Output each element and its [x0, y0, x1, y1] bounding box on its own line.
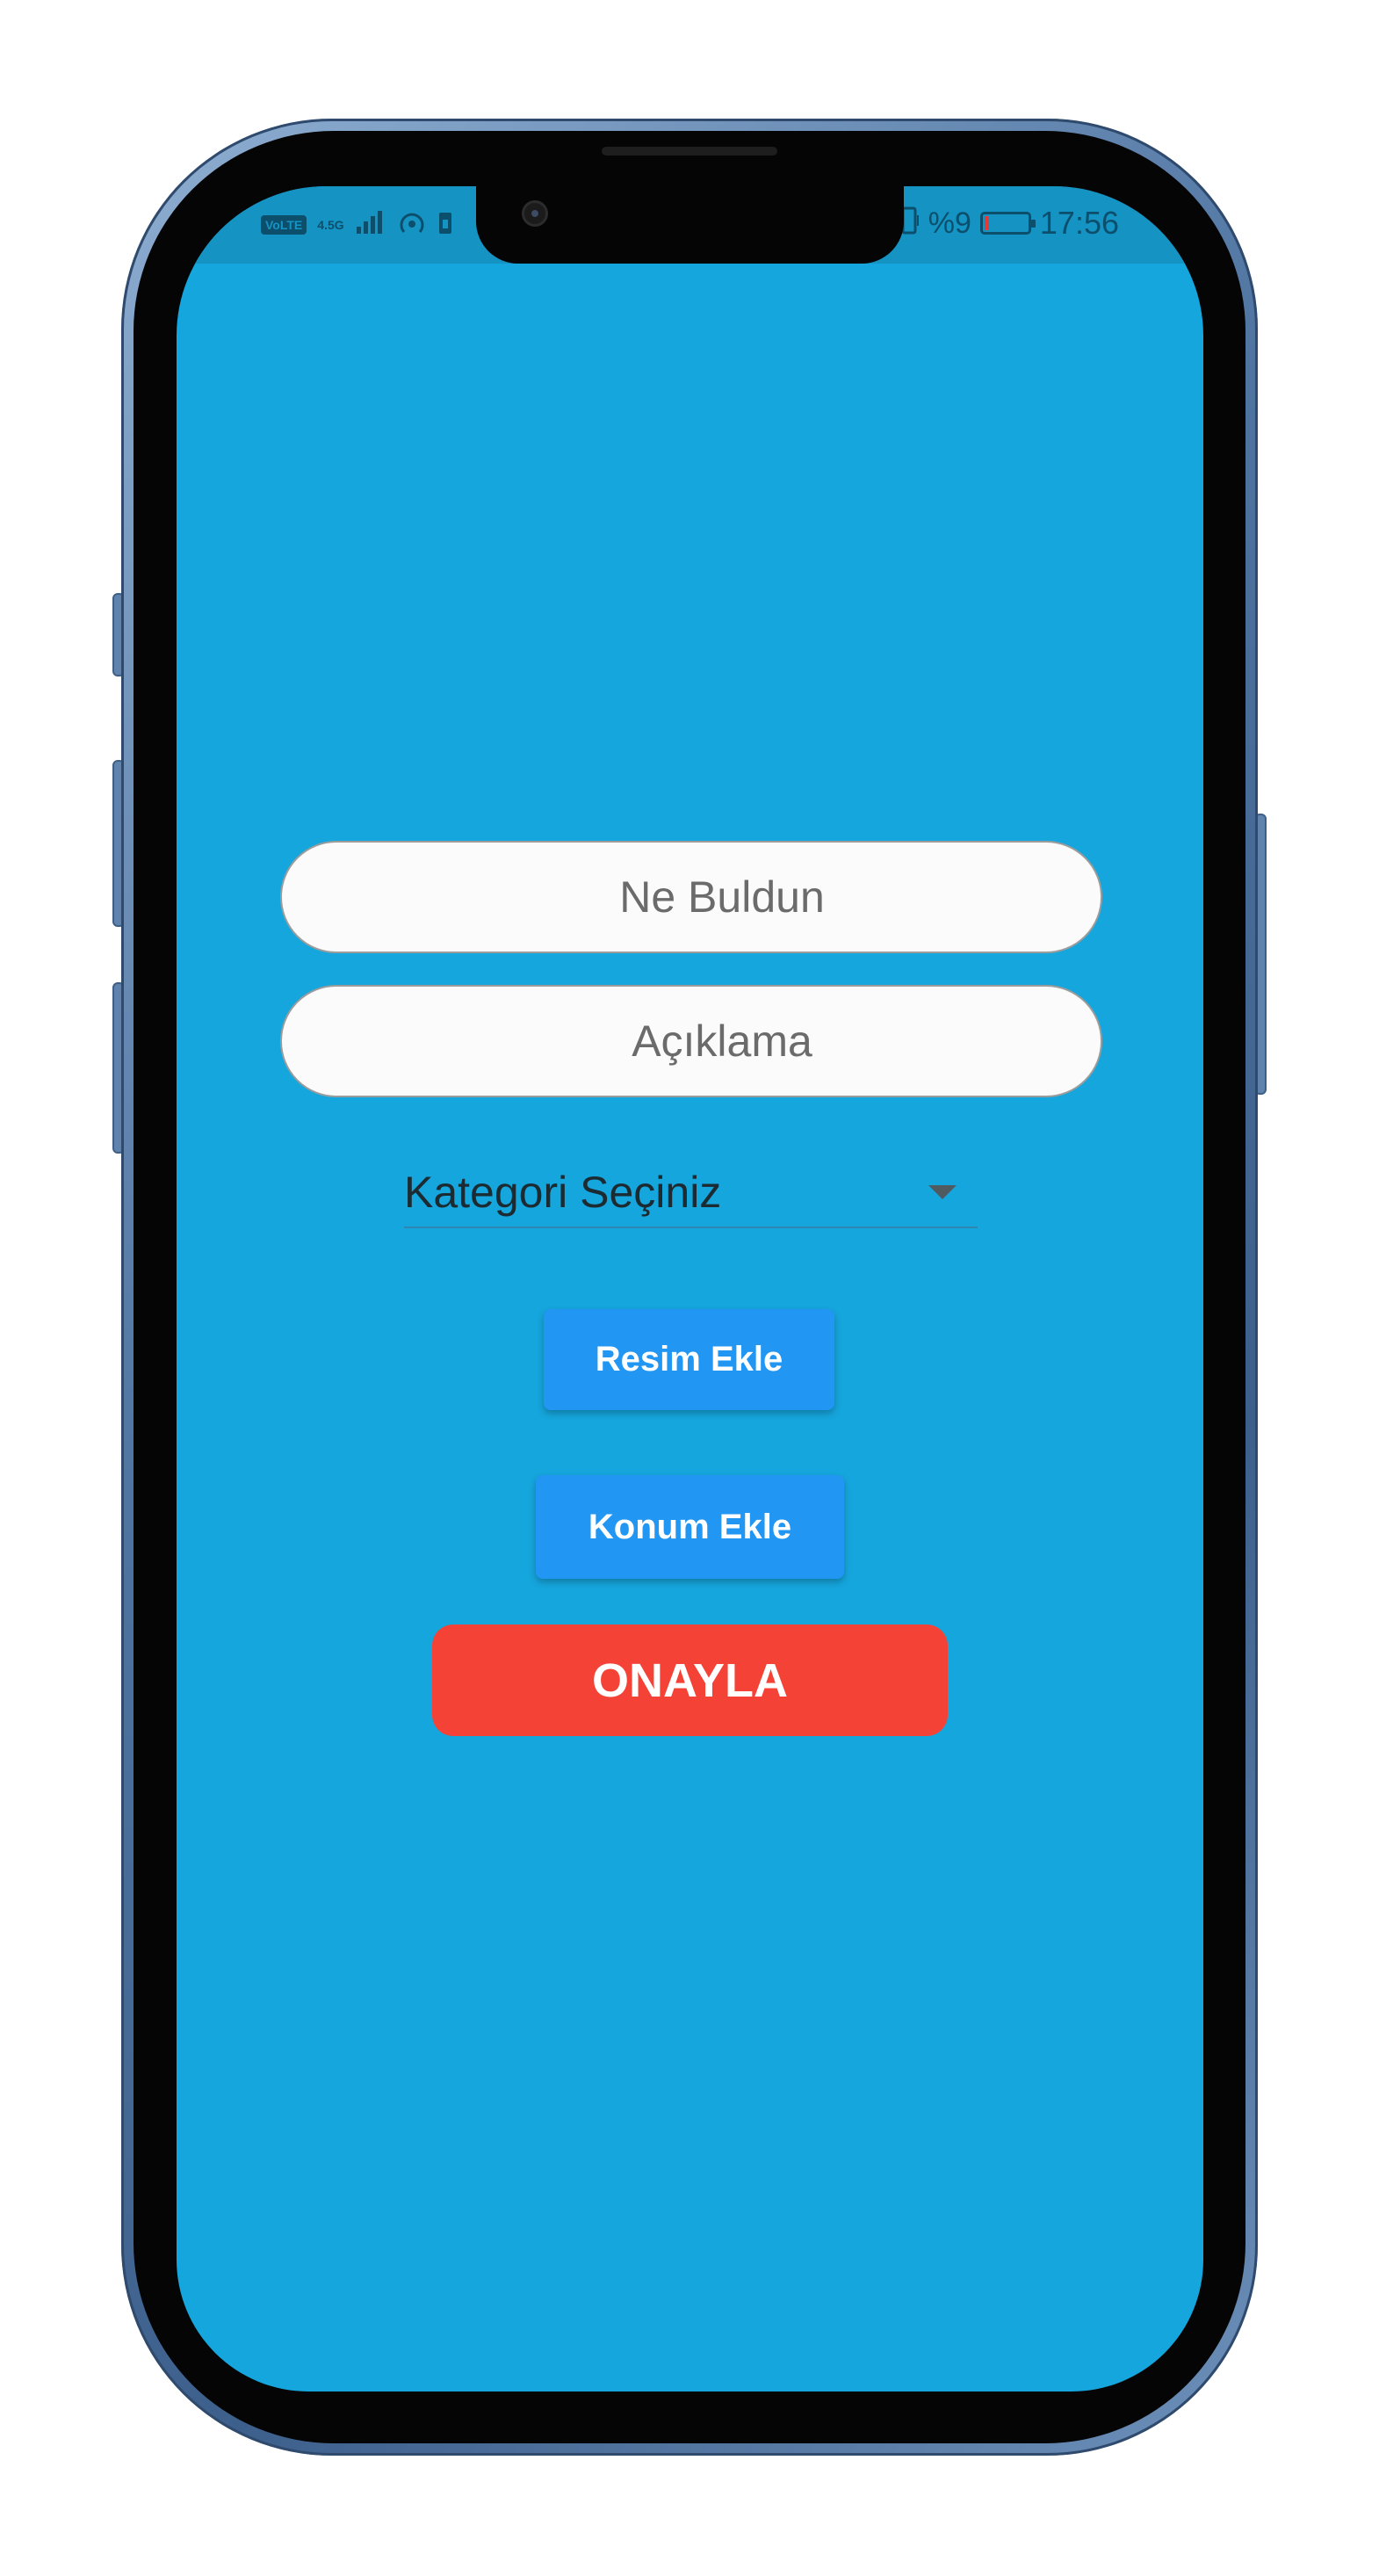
description-field[interactable]: [280, 985, 1102, 1097]
description-input[interactable]: [282, 987, 1101, 1096]
app-screen: VoLTE 4.5G %9 17:56 Ne Buldun Açıklama K…: [177, 186, 1203, 2391]
front-camera-icon: [522, 200, 548, 227]
clock: 17:56: [1039, 205, 1119, 241]
volte-badge: VoLTE: [261, 215, 307, 235]
battery-icon: [979, 212, 1036, 235]
what-found-field[interactable]: [280, 841, 1102, 953]
dropdown-arrow-icon: [928, 1185, 957, 1199]
hotspot-icon: [397, 209, 427, 241]
camera-notch: [476, 186, 904, 264]
signal-icon: [355, 209, 386, 241]
what-found-input[interactable]: [282, 843, 1101, 952]
sim-icon: [437, 209, 453, 241]
network-type: 4.5G: [317, 218, 344, 232]
status-left-group: VoLTE 4.5G: [261, 207, 453, 242]
status-right-group: %9 17:56: [900, 204, 1119, 242]
earpiece-speaker: [602, 147, 777, 156]
battery-fill: [984, 216, 989, 230]
confirm-button[interactable]: ONAYLA: [432, 1624, 948, 1736]
category-dropdown-value: Kategori Seçiniz: [404, 1168, 722, 1217]
device-mockup: VoLTE 4.5G %9 17:56 Ne Buldun Açıklama K…: [0, 0, 1379, 2576]
battery-percent: %9: [928, 206, 971, 240]
add-image-button[interactable]: Resim Ekle: [544, 1309, 834, 1410]
add-location-button[interactable]: Konum Ekle: [536, 1475, 844, 1579]
category-dropdown[interactable]: Kategori Seçiniz: [404, 1158, 978, 1228]
